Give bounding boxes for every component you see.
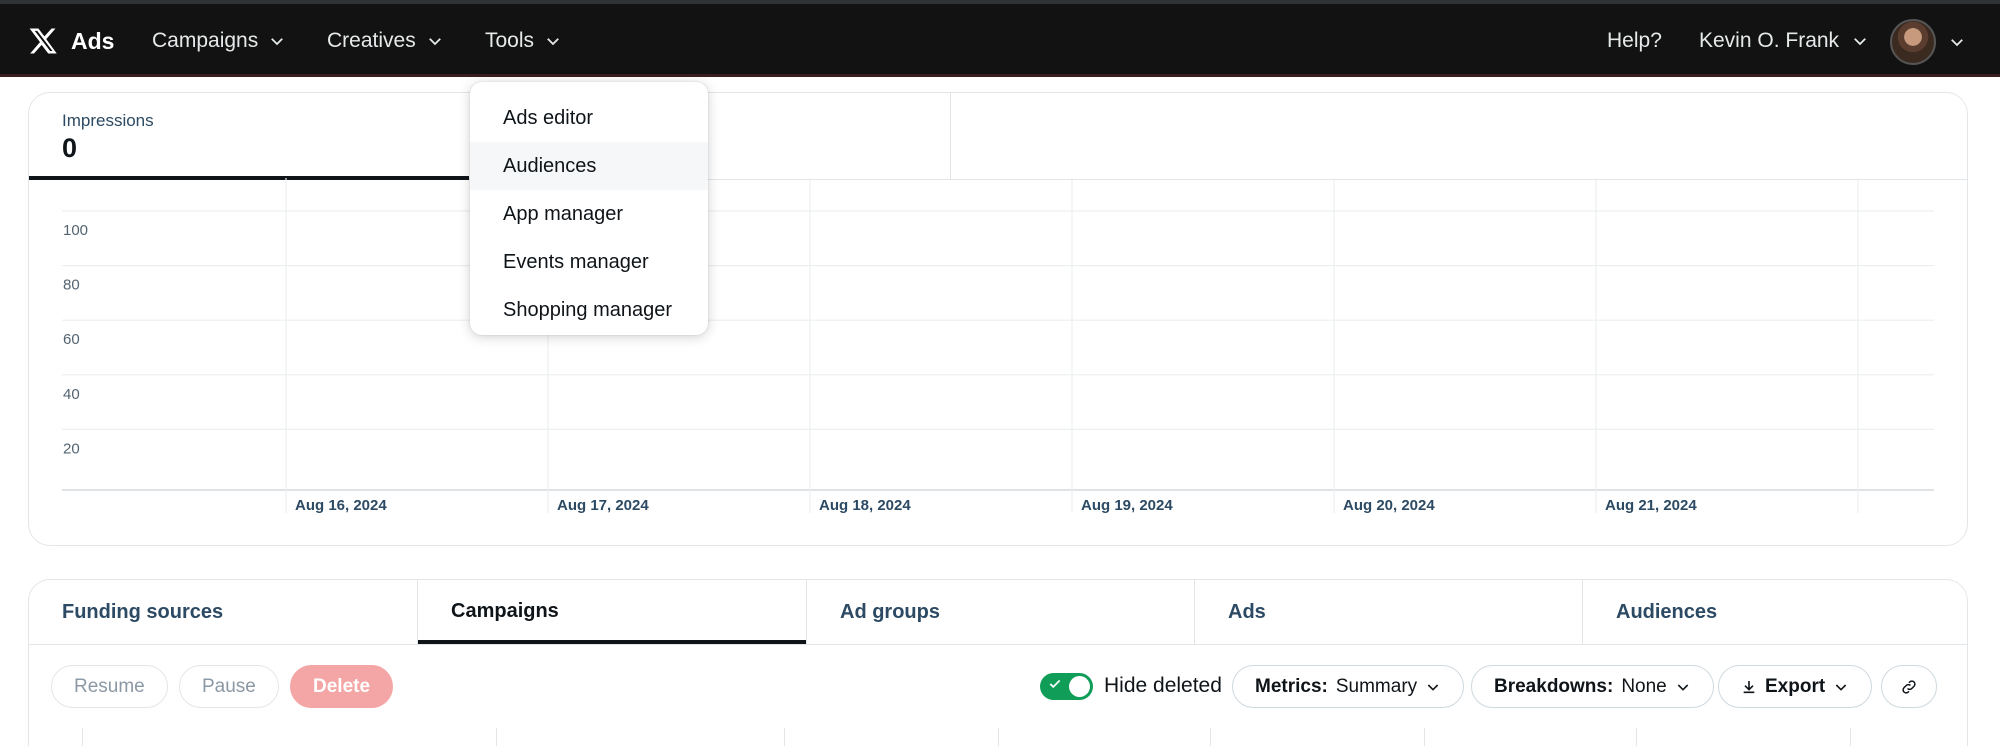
hide-deleted-toggle[interactable] [1040,673,1093,700]
breakdowns-key: Breakdowns: [1494,676,1614,697]
y-tick-label: 40 [63,386,80,403]
user-name: Kevin O. Frank [1699,29,1840,52]
x-tick-label: Aug 17, 2024 [557,497,649,514]
chevron-down-icon [1427,683,1439,691]
metrics-value: Summary [1335,676,1418,697]
metrics-chart-card: Impressions 0 100 80 60 40 20 Aug 16, 2024 Aug… [28,92,1968,546]
toggle-knob [1069,676,1090,697]
table-column-divider [1636,728,1637,746]
y-tick-label: 20 [63,440,80,457]
table-column-divider [998,728,999,746]
x-logo-icon[interactable] [28,26,58,56]
chevron-down-icon [547,38,559,46]
breakdowns-value: None [1621,676,1667,697]
check-icon [1049,679,1061,689]
user-menu[interactable]: Kevin O. Frank [1699,26,1869,56]
export-label: Export [1765,676,1826,697]
link-icon [1902,679,1916,694]
delete-button[interactable]: Delete [290,665,394,708]
tab-campaigns[interactable]: Campaigns [418,580,806,644]
table-header [28,728,1968,746]
download-icon [1743,680,1755,693]
table-column-divider [82,728,83,746]
metrics-dropdown[interactable]: Metrics: Summary [1232,665,1465,708]
menu-item-events-manager[interactable]: Events manager [470,238,708,286]
copy-link-button[interactable] [1881,665,1937,708]
top-navigation-bar: Ads Campaigns Creatives Tools Help? Kevi… [0,0,2000,77]
nav-tools-label: Tools [485,29,535,52]
impressions-chart: 100 80 60 40 20 Aug 16, 2024 Aug 17, 2024 Aug 1… [62,178,1934,514]
tools-dropdown-menu: Ads editor Audiences App manager Events man… [470,82,708,335]
y-tick-label: 100 [63,222,88,239]
table-column-divider [1210,728,1211,746]
nav-campaigns-label: Campaigns [152,29,259,52]
chevron-down-icon[interactable] [1948,33,1966,51]
chevron-down-icon [271,38,284,46]
chevron-down-icon [1677,683,1688,691]
tab-funding-sources[interactable]: Funding sources [29,580,417,644]
table-column-divider [496,728,497,746]
x-tick-label: Aug 20, 2024 [1343,497,1435,514]
hide-deleted-label: Hide deleted [1104,674,1222,697]
y-tick-label: 80 [63,277,80,294]
avatar[interactable] [1890,19,1936,65]
x-tick-label: Aug 21, 2024 [1605,497,1697,514]
resume-button[interactable]: Resume [51,665,168,708]
entity-tabs-card: Funding sources Campaigns Ad groups Ads … [28,579,1968,746]
tab-ad-groups[interactable]: Ad groups [807,580,1195,644]
table-column-divider [1850,728,1851,746]
nav-creatives[interactable]: Creatives [327,26,444,56]
chevron-down-icon [1854,38,1866,46]
x-tick-label: Aug 18, 2024 [819,497,911,514]
table-column-divider [784,728,785,746]
nav-tools[interactable]: Tools [485,26,562,56]
help-link[interactable]: Help? [1607,26,1662,56]
brand-label[interactable]: Ads [71,26,114,56]
x-tick-label: Aug 19, 2024 [1081,497,1173,514]
tab-audiences[interactable]: Audiences [1583,580,1967,644]
tab-ads[interactable]: Ads [1195,580,1583,644]
metrics-key: Metrics: [1255,676,1328,697]
y-tick-label: 60 [63,331,80,348]
menu-item-audiences[interactable]: Audiences [470,142,708,190]
menu-item-app-manager[interactable]: App manager [470,190,708,238]
x-tick-label: Aug 16, 2024 [295,497,387,514]
export-button[interactable]: Export [1718,665,1873,708]
nav-creatives-label: Creatives [327,29,416,52]
pause-button[interactable]: Pause [179,665,279,708]
breakdowns-dropdown[interactable]: Breakdowns: None [1471,665,1714,708]
menu-item-shopping-manager[interactable]: Shopping manager [470,286,708,334]
table-column-divider [1424,728,1425,746]
chevron-down-icon [1835,683,1847,691]
chevron-down-icon [428,38,441,46]
menu-item-ads-editor[interactable]: Ads editor [470,94,708,142]
tabs-divider-line [29,644,1967,645]
nav-campaigns[interactable]: Campaigns [152,26,286,56]
